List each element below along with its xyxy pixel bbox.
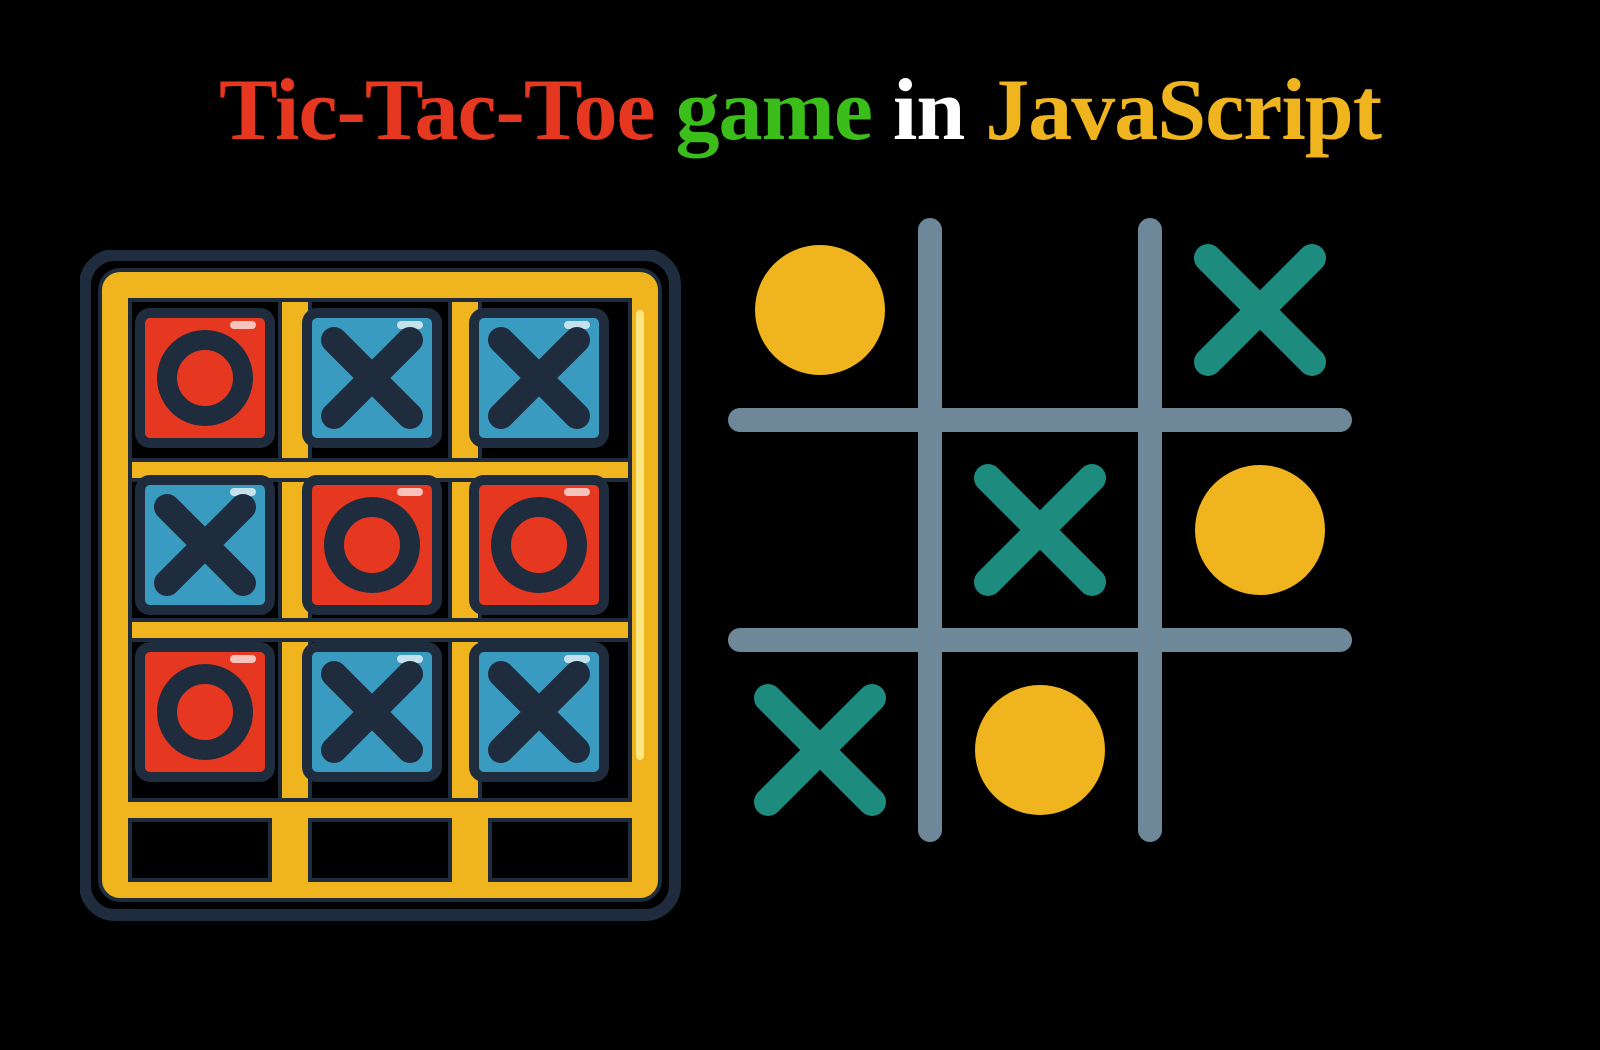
right-tic-tac-toe-board [710, 200, 1370, 865]
title-part-1: Tic-Tac-Toe [219, 62, 655, 159]
left-tic-tac-toe-board [80, 250, 690, 955]
x-mark-icon [1208, 258, 1312, 362]
page-title: Tic-Tac-Toe game in JavaScript [0, 60, 1600, 161]
x-mark-icon [988, 478, 1092, 582]
title-part-3: in [893, 62, 964, 159]
title-part-4: JavaScript [985, 62, 1381, 159]
o-mark-icon [975, 685, 1105, 815]
o-mark-icon [1195, 465, 1325, 595]
title-part-2: game [676, 62, 872, 159]
x-mark-icon [768, 698, 872, 802]
o-mark-icon [755, 245, 885, 375]
